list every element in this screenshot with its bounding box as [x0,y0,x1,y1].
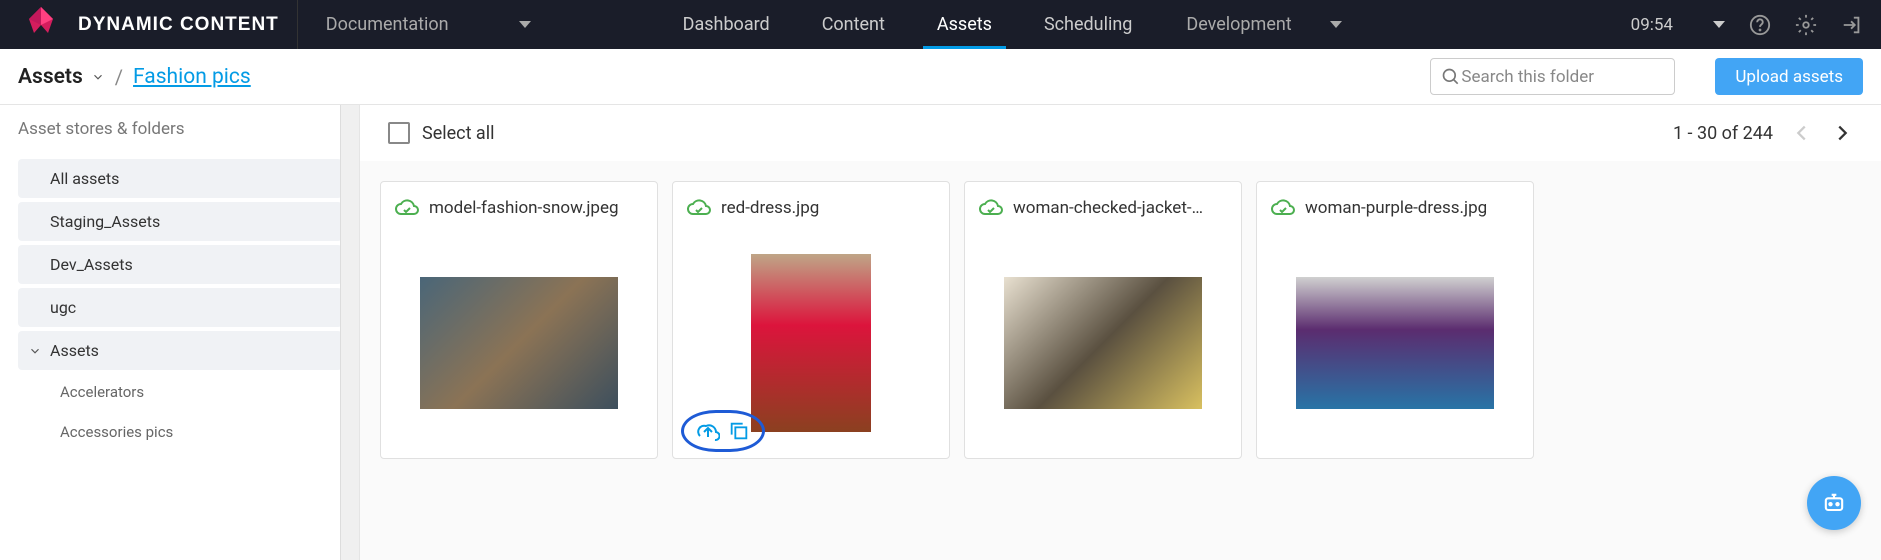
quick-actions-highlight [681,410,765,452]
chat-assistant-button[interactable] [1807,476,1861,530]
search-input[interactable] [1461,67,1664,87]
clock-time: 09:54 [1631,15,1673,35]
clock-menu[interactable]: 09:54 [1631,15,1725,35]
tab-assets[interactable]: Assets [911,0,1018,49]
sidebar-item-all-assets[interactable]: All assets [18,159,342,198]
sidebar-sub-accessories[interactable]: Accessories pics [18,414,353,450]
asset-thumbnail [1296,277,1494,409]
breadcrumb-separator: / [115,65,123,89]
gear-icon[interactable] [1795,14,1817,36]
top-nav: DYNAMIC CONTENT Documentation Dashboard … [0,0,1881,49]
prev-page-icon[interactable] [1791,122,1813,144]
asset-thumbnail [420,277,618,409]
select-all-label: Select all [422,123,494,144]
asset-card[interactable]: red-dress.jpg [672,181,950,459]
sidebar-item-staging[interactable]: Staging_Assets [18,202,342,241]
logout-icon[interactable] [1841,14,1863,36]
asset-filename: woman-checked-jacket-… [1013,198,1203,218]
copy-icon[interactable] [728,420,750,442]
main-panel: Select all 1 - 30 of 244 model-fashion-s… [360,105,1881,560]
upload-assets-button[interactable]: Upload assets [1715,58,1863,95]
sidebar-item-label: Assets [50,341,99,360]
asset-card[interactable]: woman-checked-jacket-… [964,181,1242,459]
sidebar-item-ugc[interactable]: ugc [18,288,342,327]
sidebar: Asset stores & folders All assets Stagin… [0,105,360,560]
grid-toolbar: Select all 1 - 30 of 244 [360,105,1881,161]
tab-scheduling[interactable]: Scheduling [1018,0,1158,49]
breadcrumb-current[interactable]: Fashion pics [133,65,251,89]
search-box[interactable] [1430,58,1675,95]
asset-filename: model-fashion-snow.jpeg [429,198,619,218]
development-label: Development [1186,14,1291,35]
sidebar-item-assets[interactable]: Assets [18,331,342,370]
chevron-down-icon [28,344,42,358]
asset-thumbnail [1004,277,1202,409]
sidebar-item-dev[interactable]: Dev_Assets [18,245,342,284]
chevron-down-icon [1713,21,1725,28]
cloud-synced-icon [979,198,1003,218]
cloud-synced-icon [687,198,711,218]
sidebar-title: Asset stores & folders [18,119,353,139]
asset-thumbnail [751,254,871,432]
cloud-synced-icon [1271,198,1295,218]
breadcrumb-root[interactable]: Assets [18,65,83,89]
tab-dashboard[interactable]: Dashboard [657,0,796,49]
search-icon [1441,66,1461,88]
asset-card[interactable]: model-fashion-snow.jpeg [380,181,658,459]
select-all-checkbox[interactable] [388,122,410,144]
breadcrumb-bar: Assets / Fashion pics Upload assets [0,49,1881,105]
documentation-label: Documentation [326,14,449,35]
asset-card[interactable]: woman-purple-dress.jpg [1256,181,1534,459]
cloud-synced-icon [395,198,419,218]
development-menu[interactable]: Development [1158,14,1407,35]
pagination-range: 1 - 30 of 244 [1673,123,1773,144]
chevron-down-icon [519,21,531,28]
brand-logo-icon [18,5,64,45]
chevron-down-icon [1330,21,1342,28]
bot-icon [1820,489,1848,517]
sidebar-sub-accelerators[interactable]: Accelerators [18,374,353,410]
logo-area: DYNAMIC CONTENT [0,0,298,49]
brand-name: DYNAMIC CONTENT [78,14,279,36]
asset-filename: woman-purple-dress.jpg [1305,198,1487,218]
help-icon[interactable] [1749,14,1771,36]
asset-filename: red-dress.jpg [721,198,819,218]
upload-icon[interactable] [696,419,720,443]
asset-grid: model-fashion-snow.jpeg red-dress.jpg [360,161,1881,479]
documentation-menu[interactable]: Documentation [298,0,629,49]
tab-content[interactable]: Content [796,0,911,49]
next-page-icon[interactable] [1831,122,1853,144]
chevron-down-icon[interactable] [91,70,105,84]
